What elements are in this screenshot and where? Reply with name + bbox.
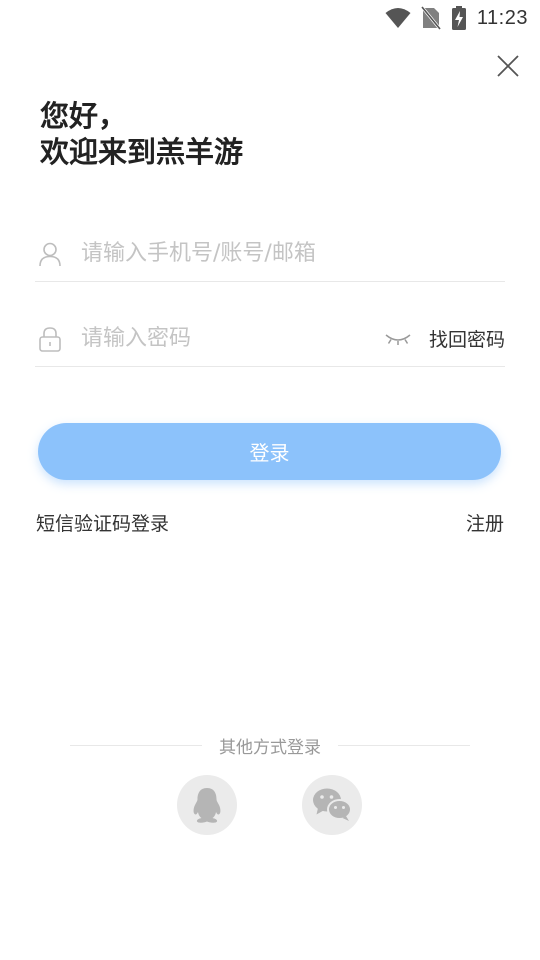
- password-input[interactable]: [81, 318, 385, 359]
- status-icons: 11:23: [385, 5, 528, 31]
- no-sim-icon: [420, 6, 441, 30]
- eye-closed-icon[interactable]: [385, 332, 411, 346]
- account-input[interactable]: [81, 233, 505, 274]
- other-login-divider: 其他方式登录: [70, 733, 470, 758]
- lock-icon: [39, 326, 61, 352]
- wechat-login-button[interactable]: [302, 775, 362, 835]
- status-bar: 11:23: [0, 0, 540, 36]
- close-icon[interactable]: [496, 54, 520, 78]
- account-field: [35, 226, 505, 282]
- user-icon: [39, 242, 61, 266]
- greeting-line-1: 您好，: [40, 99, 128, 133]
- greeting-line-2: 欢迎来到羔羊游: [40, 135, 244, 169]
- qq-icon: [193, 788, 221, 823]
- greeting: 您好， 欢迎来到羔羊游: [40, 98, 243, 170]
- qq-login-button[interactable]: [177, 775, 237, 835]
- divider-line-right: [338, 744, 470, 746]
- password-field: 找回密码: [35, 311, 505, 367]
- sms-login-link[interactable]: 短信验证码登录: [36, 509, 169, 536]
- wifi-icon: [385, 8, 411, 28]
- login-button[interactable]: 登录: [38, 423, 501, 480]
- divider-line-left: [70, 744, 202, 746]
- status-time: 11:23: [476, 6, 528, 29]
- battery-charging-icon: [451, 6, 466, 30]
- wechat-icon: [313, 788, 352, 821]
- forgot-password-link[interactable]: 找回密码: [429, 325, 505, 352]
- register-link[interactable]: 注册: [466, 509, 504, 536]
- other-login-label: 其他方式登录: [219, 737, 321, 758]
